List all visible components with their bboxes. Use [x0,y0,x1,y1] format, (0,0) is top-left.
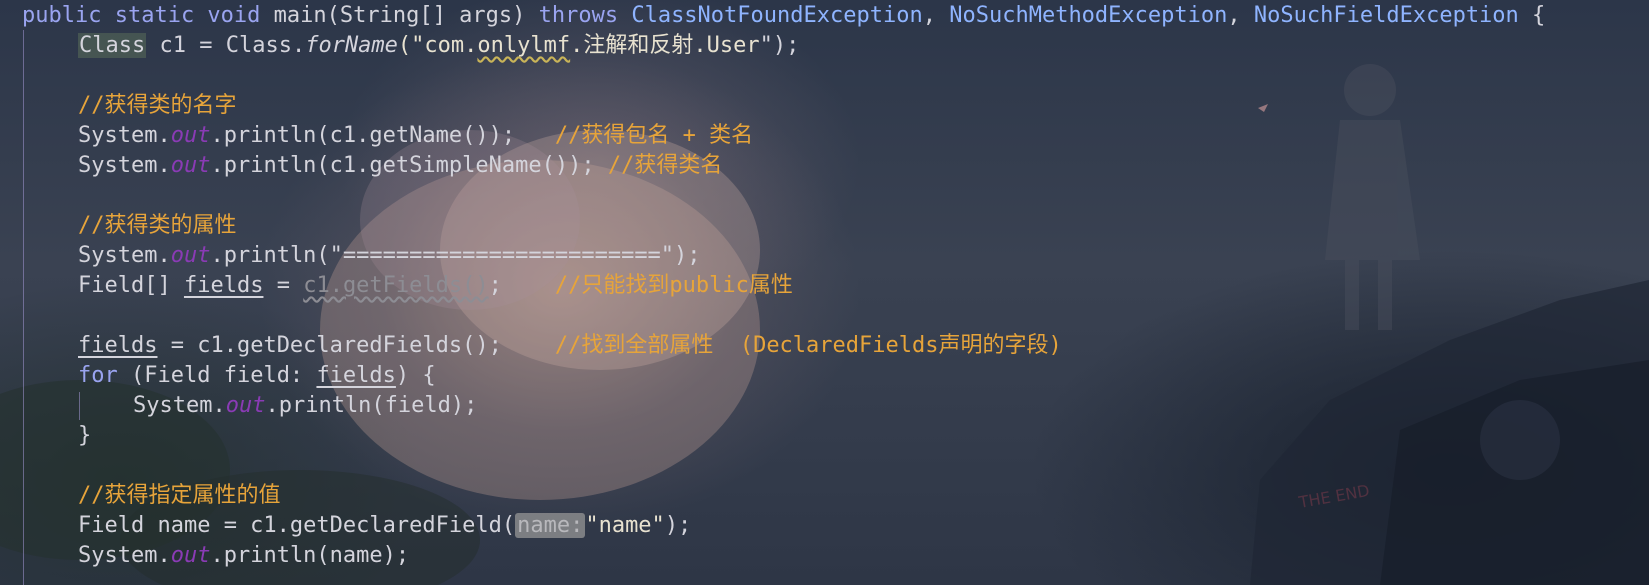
string-literal: "name" [585,513,665,538]
code-spacing [515,123,555,148]
close-brace: } [78,423,92,448]
code-line-println[interactable]: System.out.println(field); [133,391,477,421]
code-text: .println("========================"); [210,243,701,268]
code-comment: //获得类的属性 [78,213,237,238]
code-text: Field name = c1.getDeclaredField( [78,513,516,538]
method-modifiers: public static void [22,3,261,28]
variable-fields: fields [183,273,264,298]
variable-fields: fields [316,363,396,388]
code-comment: //获得类名 [607,153,723,178]
code-line-println[interactable]: System.out.println(c1.getSimpleName()); … [78,151,722,181]
code-text: ); [664,513,692,538]
class-ref: Class [225,33,292,58]
code-text: System. [78,543,171,568]
code-line-getfields[interactable]: Field[] fields = c1.getFields(); //只能找到p… [78,271,793,301]
throws-keyword: throws [538,3,619,28]
code-text: c1 = [146,33,226,58]
static-field-out: out [170,543,211,568]
static-field-out: out [170,243,211,268]
code-text: .println(name); [210,543,410,568]
unused-call: c1.getFields() [303,273,489,298]
exception-name: NoSuchMethodException [949,3,1228,28]
code-line-for[interactable]: for (Field field: fields) { [78,361,436,391]
string-part: com. [424,33,478,58]
code-spacing [595,153,608,178]
code-comment: //获得类的名字 [78,93,237,118]
code-text: ; [488,273,502,298]
for-keyword: for [78,363,118,388]
code-spacing [502,273,555,298]
code-area[interactable]: public static void main(String[] args) t… [0,0,1649,585]
exception-name: NoSuchFieldException [1253,3,1519,28]
code-text: System. [78,153,171,178]
method-call: forName [305,33,398,58]
code-line-println[interactable]: System.out.println(c1.getName()); //获得包名… [78,121,753,151]
string-part: .注解和反射.User [570,33,760,58]
code-text: System. [78,123,171,148]
code-line-println[interactable]: System.out.println("====================… [78,241,701,271]
code-text: System. [133,393,226,418]
exception-name: ClassNotFoundException [631,3,923,28]
code-text: .println(field); [265,393,478,418]
method-name: main [273,3,327,28]
code-text: .println(c1.getSimpleName()); [210,153,595,178]
code-comment: //获得指定属性的值 [78,483,281,508]
code-text: (Field field: [117,363,317,388]
static-field-out: out [170,153,211,178]
code-line-getdeclaredfield[interactable]: Field name = c1.getDeclaredField(name:"n… [78,511,691,541]
typo-word: onlylmf [477,33,571,58]
code-line-method-signature[interactable]: public static void main(String[] args) t… [22,1,1545,31]
code-line-getdeclaredfields[interactable]: fields = c1.getDeclaredFields(); //找到全部属… [78,331,1062,361]
variable-fields: fields [78,333,158,358]
open-brace: { [1532,3,1546,28]
code-text: . [291,33,306,58]
code-editor[interactable]: THE END public static void main(String[]… [0,0,1649,585]
code-line-forname[interactable]: Class c1 = Class.forName("com.onlylmf.注解… [78,31,799,61]
code-comment: //找到全部属性 (DeclaredFields声明的字段) [554,333,1062,358]
code-text: .println(c1.getName()); [210,123,516,148]
parameter-hint: name: [515,513,586,538]
static-field-out: out [225,393,266,418]
code-text: System. [78,243,171,268]
highlighted-type: Class [78,33,147,58]
code-text: = c1.getDeclaredFields(); [157,333,502,358]
code-text: = [263,273,304,298]
method-params: (String[] args) [326,3,526,28]
code-text: ) { [395,363,436,388]
code-comment: //获得包名 + 类名 [554,123,754,148]
code-text: Field[] [78,273,184,298]
code-spacing [502,333,555,358]
static-field-out: out [170,123,211,148]
code-line-println[interactable]: System.out.println(name); [78,541,409,571]
code-comment: //只能找到public属性 [554,273,793,298]
string-part: (" [397,33,425,58]
code-text: "); [759,33,800,58]
